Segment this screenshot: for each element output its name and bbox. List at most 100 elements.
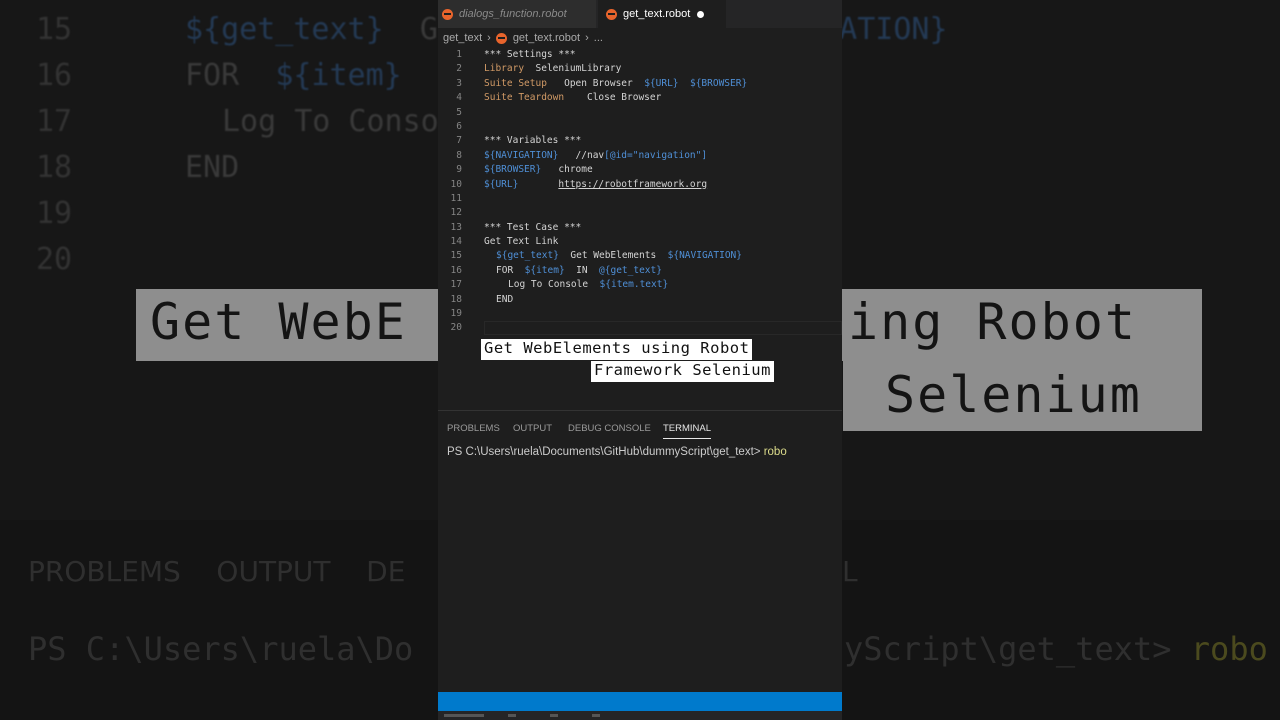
code-text: END [496,293,514,305]
code-value: SeleniumLibrary [535,63,622,75]
tab-get-text[interactable]: get_text.robot [598,0,726,28]
taskbar-item [444,714,484,717]
code-value: //nav [575,149,605,161]
bg-caption-text-right: ing Robot [848,293,1137,351]
code-variable: ${BROWSER} [484,164,542,176]
tab-output[interactable]: OUTPUT [513,423,552,434]
code-line: 16 FOR ${item} IN @{get_text} [438,264,842,278]
bg-line-number: 16 [36,58,73,93]
terminal-prompt[interactable]: PS C:\Users\ruela\Documents\GitHub\dummy… [447,446,787,458]
code-line: 18 END [438,293,842,307]
breadcrumb-more[interactable]: ... [594,32,603,44]
bg-terminal-path: yScript\get_text> [844,630,1191,668]
breadcrumb-folder[interactable]: get_text [443,32,482,44]
current-line-highlight [484,321,842,335]
taskbar-item [592,714,600,717]
line-number: 12 [450,207,462,219]
code-variable: ${NAVIGATION} [484,149,559,161]
bottom-panel: PROBLEMS OUTPUT DEBUG CONSOLE TERMINAL P… [438,410,842,692]
code-line: 10 ${URL} https://robotframework.org [438,178,842,192]
code-line: 4 Suite Teardown Close Browser [438,91,842,105]
chevron-right-icon: › [585,32,589,44]
caption-line-2: Framework Selenium [591,361,774,382]
bg-code: END [185,150,240,185]
code-line: 13 *** Test Case *** [438,221,842,235]
bg-line-number: 15 [36,12,73,47]
chevron-right-icon: › [487,32,491,44]
code-line: 17 Log To Console ${item.text} [438,278,842,292]
bg-caption-text-left: Get WebE [150,293,407,351]
code-text: ${BROWSER} chrome [484,163,593,177]
line-number: 16 [450,264,462,276]
bg-code-keyword: G [419,12,438,47]
tab-label: get_text.robot [623,8,691,20]
bg-panel-tabs: PROBLEMS OUTPUT DE [28,555,406,588]
bg-code: Log To Conso [222,104,439,139]
code-value: [@id="navigation"] [604,149,708,161]
terminal-path: PS C:\Users\ruela\Documents\GitHub\dummy… [447,446,764,458]
code-line: 12 [438,206,842,220]
code-line: 11 [438,192,842,206]
code-text: *** Variables *** [484,135,582,147]
code-value: Log To Console [508,279,589,291]
code-line: 15 ${get_text} Get WebElements ${NAVIGATI… [438,249,842,263]
breadcrumb-file[interactable]: get_text.robot [513,32,580,44]
code-keyword: Library [484,63,525,75]
code-link[interactable]: https://robotframework.org [558,179,707,190]
code-editor[interactable]: 1 *** Settings *** 2 Library SeleniumLibra… [438,48,842,336]
code-text: Get Text Link [484,236,559,248]
code-line: 5 [438,106,842,120]
robot-file-icon [606,8,617,20]
line-number: 3 [456,77,462,89]
bg-line-number: 20 [36,242,73,277]
bg-line-number: 19 [36,196,73,231]
line-number: 17 [450,279,462,291]
code-line: 3 Suite Setup Open Browser ${URL} ${BROWS… [438,77,842,91]
code-variable: ${item.text} [599,279,669,291]
tab-debug-console[interactable]: DEBUG CONSOLE [568,423,651,434]
bg-code-var: ${get_text} [185,12,384,47]
bg-code: ${get_text} G NIGATION} [185,12,948,47]
line-number: 1 [456,49,462,60]
terminal-command: robo [763,446,787,458]
robot-file-icon [495,32,507,44]
tab-label: dialogs_function.robot [459,8,567,20]
bg-code-keyword: FOR [185,58,240,93]
line-number: 20 [450,322,462,334]
taskbar-item [550,714,558,717]
robot-file-icon [442,8,453,20]
code-line: 9 ${BROWSER} chrome [438,163,842,177]
tab-dialogs-function[interactable]: dialogs_function.robot [438,0,596,28]
status-bar [438,692,842,711]
code-variable: ${get_text} [496,250,559,262]
code-text: Log To Console ${item.text} [508,278,668,292]
tab-terminal[interactable]: TERMINAL [663,423,712,439]
bg-panel-tabs-right: L [842,555,858,588]
line-number: 5 [456,106,462,118]
taskbar-strip [438,711,842,720]
code-value: Open Browser [564,77,633,89]
code-text: ${URL} https://robotframework.org [484,178,707,192]
code-value: Get WebElements [570,250,657,262]
code-keyword: FOR [496,264,514,276]
code-value: chrome [558,164,593,176]
bg-terminal-left: PS C:\Users\ruela\Do [28,630,414,668]
line-number: 19 [450,308,462,320]
line-number: 6 [456,120,462,132]
bg-code: FOR ${item} [185,58,402,93]
line-number: 7 [456,135,462,147]
unsaved-dot-icon[interactable] [697,10,705,18]
code-variable: @{get_text} [599,264,662,276]
bg-terminal-right: yScript\get_text> robo [844,630,1268,668]
code-text: ${NAVIGATION} //nav[@id="navigation"] [484,149,707,163]
code-keyword: Suite Teardown [484,92,565,104]
code-text: FOR ${item} IN @{get_text} [496,264,662,278]
line-number: 4 [456,92,462,104]
code-text: ${get_text} Get WebElements ${NAVIGATION… [496,249,742,263]
line-number: 11 [450,192,462,204]
tab-problems[interactable]: PROBLEMS [447,423,500,434]
bg-line-number: 18 [36,150,73,185]
code-variable: ${NAVIGATION} [667,250,742,262]
code-text: Suite Setup Open Browser ${URL} ${BROWSE… [484,77,747,91]
code-line: 1 *** Settings *** [438,48,842,62]
